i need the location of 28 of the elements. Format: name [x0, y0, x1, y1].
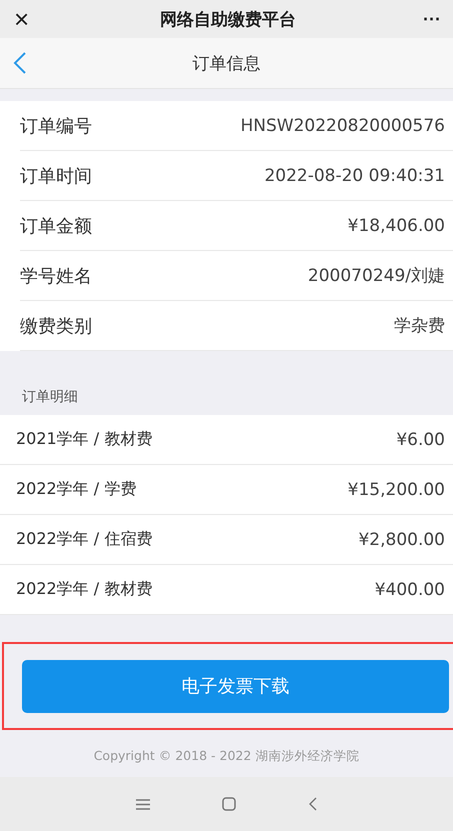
close-button[interactable]: × [10, 6, 34, 32]
field-value: 2022-08-20 09:40:31 [264, 166, 445, 186]
page-title: 订单信息 [192, 52, 260, 74]
item-amount: ¥6.00 [396, 430, 445, 450]
field-value: 学杂费 [394, 315, 445, 337]
home-icon[interactable] [222, 797, 236, 811]
field-label: 缴费类别 [20, 314, 92, 338]
field-label: 订单金额 [20, 214, 92, 238]
item-amount: ¥400.00 [374, 580, 445, 600]
field-label: 订单时间 [20, 164, 92, 188]
item-label: 2022学年 / 教材费 [16, 579, 152, 600]
item-amount: ¥2,800.00 [358, 530, 445, 550]
back-icon[interactable] [308, 797, 317, 811]
section-heading: 订单明细 [21, 388, 79, 407]
item-label: 2022学年 / 住宿费 [16, 529, 152, 550]
field-value: 200070249/刘婕 [308, 265, 445, 287]
item-amount: ¥15,200.00 [348, 480, 445, 500]
app-title: 网络自助缴费平台 [160, 8, 296, 30]
field-label: 订单编号 [20, 114, 92, 138]
more-button[interactable]: ··· [423, 8, 441, 30]
menu-icon[interactable] [136, 798, 150, 810]
item-label: 2022学年 / 学费 [16, 479, 136, 500]
field-value: ¥18,406.00 [348, 216, 445, 236]
copyright-text: Copyright © 2018 - 2022 湖南涉外经济学院 [92, 747, 360, 765]
field-label: 学号姓名 [20, 264, 92, 288]
field-value: HNSW20220820000576 [240, 116, 445, 136]
back-icon[interactable] [13, 51, 27, 75]
item-label: 2021学年 / 教材费 [16, 429, 152, 450]
